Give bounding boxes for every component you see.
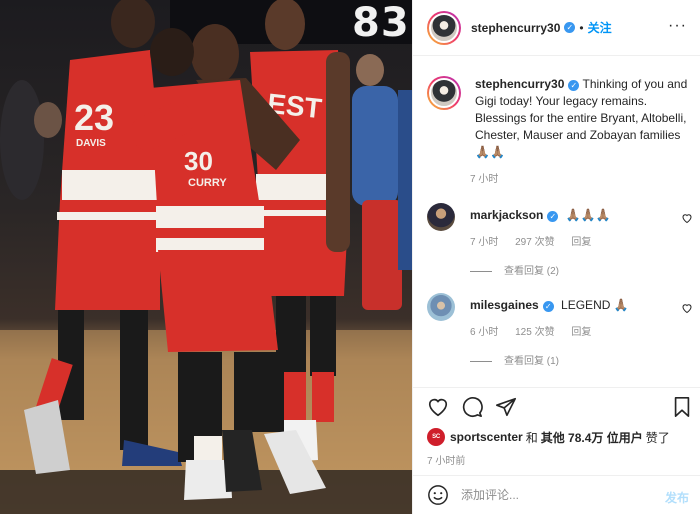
comment-body: milesgaines ✓ LEGEND 🙏🏽 [470, 297, 670, 313]
commenter-avatar[interactable] [427, 203, 455, 231]
comment-likes[interactable]: 297 次赞 [515, 237, 554, 248]
liked-by-and: 和 [525, 430, 538, 445]
more-options-icon[interactable]: ··· [668, 17, 687, 35]
emoji-smiley-icon[interactable] [427, 484, 449, 506]
caption-author-avatar[interactable] [427, 76, 461, 110]
sportscenter-avatar[interactable]: SC [427, 428, 445, 446]
comment-time[interactable]: 6 小时 [470, 327, 498, 338]
caption-username[interactable]: stephencurry30 [475, 77, 564, 91]
comment-meta: 7 小时 297 次赞 回复 [470, 233, 605, 248]
action-icons-row [427, 396, 517, 418]
view-replies-label: 查看回复 (2) [504, 266, 559, 277]
replies-divider-line [470, 360, 492, 362]
add-comment-bar: 发布 [413, 475, 700, 514]
header-separator: • [579, 20, 584, 35]
comment-input[interactable] [461, 488, 651, 502]
view-replies-button[interactable]: 查看回复 (2) [470, 262, 559, 277]
jersey-name-davis: DAVIS [76, 138, 106, 149]
save-bookmark-icon[interactable] [671, 396, 693, 418]
players-illustration: 23 DAVIS EST 30 CURRY [0, 0, 412, 514]
post-header: stephencurry30 ✓ • 关注 ··· [413, 0, 700, 56]
follow-button[interactable]: 关注 [588, 19, 612, 36]
comment-text: LEGEND 🙏🏽 [561, 298, 629, 312]
comments-section[interactable]: stephencurry30 ✓ Thinking of you and Gigi… [413, 57, 700, 386]
author-username[interactable]: stephencurry30 [471, 21, 560, 35]
post-photo[interactable]: 83 23 DAVIS EST 30 CURRY [0, 0, 412, 514]
comment-meta: 6 小时 125 次赞 回复 [470, 323, 605, 338]
comment-text: 🙏🏽🙏🏽🙏🏽 [565, 208, 611, 222]
post-side-panel: stephencurry30 ✓ • 关注 ··· stephencurry30… [412, 0, 700, 514]
view-replies-button[interactable]: 查看回复 (1) [470, 352, 559, 367]
verified-badge-icon: ✓ [542, 301, 554, 312]
view-replies-label: 查看回复 (1) [504, 356, 559, 367]
jersey-number-30: 30 [184, 146, 213, 176]
liked-by-row: SC sportscenter 和 其他 78.4万 位用户 赞了 [427, 428, 670, 446]
reply-button[interactable]: 回复 [571, 237, 591, 248]
jersey-name-curry: CURRY [188, 177, 227, 189]
like-heart-icon[interactable] [427, 396, 449, 418]
post-comment-button[interactable]: 发布 [665, 489, 689, 506]
reply-button[interactable]: 回复 [571, 327, 591, 338]
comment-bubble-icon[interactable] [461, 396, 483, 418]
replies-divider-line [470, 270, 492, 272]
liked-by-username[interactable]: sportscenter [450, 430, 523, 444]
commenter-username[interactable]: milesgaines [470, 298, 539, 312]
post-actions: SC sportscenter 和 其他 78.4万 位用户 赞了 7 小时前 [413, 387, 700, 475]
commenter-avatar[interactable] [427, 293, 455, 321]
instagram-post: 83 23 DAVIS EST 30 CURRY stephencurry30 … [0, 0, 700, 514]
post-timestamp[interactable]: 7 小时前 [427, 452, 465, 467]
commenter-username[interactable]: markjackson [470, 208, 543, 222]
liked-by-others-count[interactable]: 其他 78.4万 位用户 [541, 429, 643, 446]
post-caption: stephencurry30 ✓ Thinking of you and Gigi… [427, 76, 692, 161]
liked-by-suffix: 赞了 [645, 430, 670, 445]
verified-badge-icon: ✓ [547, 211, 559, 222]
share-send-icon[interactable] [495, 396, 517, 418]
comment-time[interactable]: 7 小时 [470, 237, 498, 248]
verified-badge-icon: ✓ [564, 22, 576, 33]
caption-timestamp[interactable]: 7 小时 [470, 170, 498, 185]
like-comment-heart-icon[interactable] [681, 212, 693, 224]
verified-badge-icon: ✓ [568, 80, 580, 91]
like-comment-heart-icon[interactable] [681, 302, 693, 314]
comment-likes[interactable]: 125 次赞 [515, 327, 554, 338]
jersey-number-23: 23 [74, 97, 114, 138]
caption-text-block: stephencurry30 ✓ Thinking of you and Gigi… [475, 76, 692, 161]
comment-body: markjackson ✓ 🙏🏽🙏🏽🙏🏽 [470, 207, 670, 223]
author-avatar[interactable] [427, 10, 461, 45]
